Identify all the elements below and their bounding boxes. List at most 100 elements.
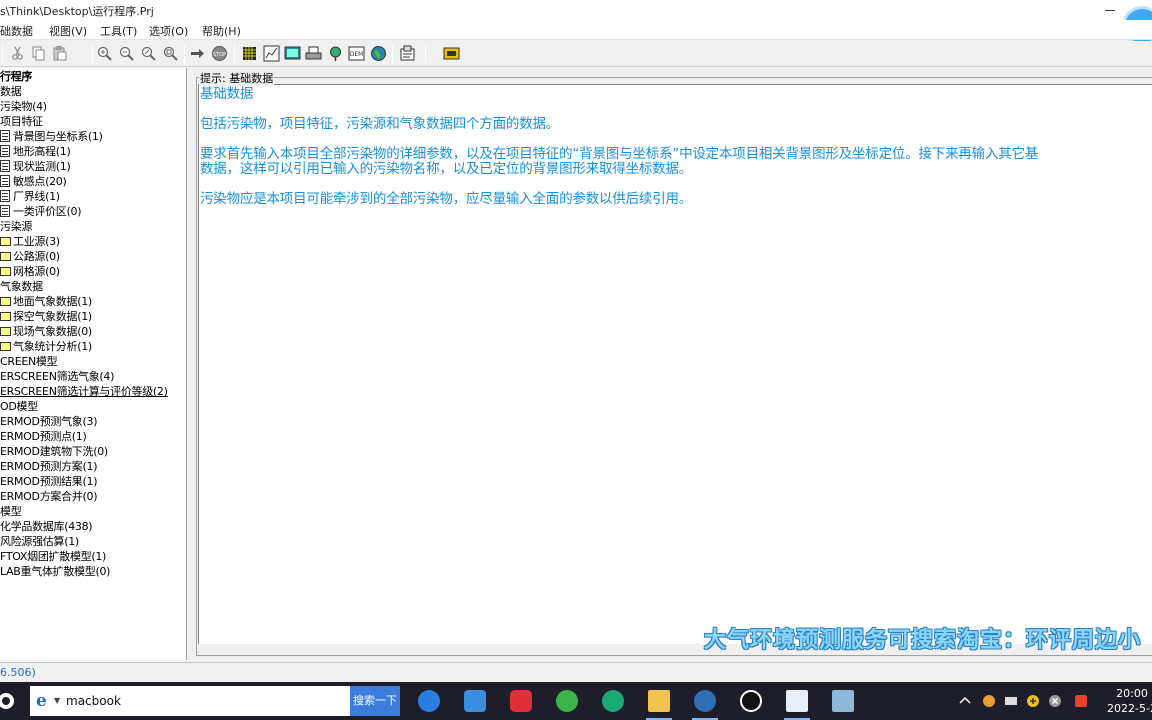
dem-icon[interactable]: DEM [347,44,366,63]
zoom-out-icon[interactable] [117,44,136,63]
tree-item-label: LAB重气体扩散模型(0) [0,565,111,578]
tree-item[interactable]: CREEN模型 [0,354,186,369]
tree-item[interactable]: 现场气象数据(0) [0,324,186,339]
toolbar-separator [92,45,93,63]
plus-icon[interactable] [1026,694,1040,708]
tree-item-label: 网格源(0) [13,265,60,278]
tree-item[interactable]: ERMOD预测方案(1) [0,459,186,474]
folder-icon [0,297,11,306]
folder-icon [0,252,11,261]
tree-item[interactable]: ERMOD预测气象(3) [0,414,186,429]
search-button[interactable]: 搜索一下 [350,686,400,716]
start-button[interactable] [0,690,20,712]
map-icon[interactable] [283,44,302,63]
tree-item[interactable]: 化学品数据库(438) [0,519,186,534]
tree-item[interactable]: 污染源 [0,219,186,234]
help-card-icon[interactable] [442,44,461,63]
paste-icon[interactable] [50,44,69,63]
tree-item[interactable]: 数据 [0,84,186,99]
tree-item[interactable]: ERSCREEN筛选气象(4) [0,369,186,384]
qq-icon[interactable] [734,686,768,720]
keyboard-icon[interactable] [1004,694,1018,708]
tree-item[interactable]: 敏感点(20) [0,174,186,189]
sogou-browser-icon[interactable] [412,686,446,720]
copy-icon[interactable] [29,44,48,63]
tree-item[interactable]: 气象统计分析(1) [0,339,186,354]
hint-line: 污染物应是本项目可能牵涉到的全部污染物，应尽量输入全面的参数以供后续引用。 [200,191,693,207]
tree-item[interactable]: OD模型 [0,399,186,414]
tree-item[interactable]: 现状监测(1) [0,159,186,174]
tree-item-label: OD模型 [0,400,38,413]
video-app-icon[interactable] [596,686,630,720]
tree-item-label: 探空气象数据(1) [13,310,92,323]
tree-item[interactable]: 气象数据 [0,279,186,294]
document-app-icon[interactable] [780,686,814,720]
zoom-in-icon[interactable] [95,44,114,63]
cut-icon[interactable] [8,44,27,63]
tree-item[interactable]: ERSCREEN筛选计算与评价等级(2) [0,384,186,399]
taskbar: e ▼ macbook 搜索一下 20:00 2022-5-2 [0,682,1152,720]
tree-item[interactable]: LAB重气体扩散模型(0) [0,564,186,579]
chart-icon[interactable] [262,44,281,63]
tree-item[interactable]: 地面气象数据(1) [0,294,186,309]
tree-item[interactable]: 公路源(0) [0,249,186,264]
earth-icon[interactable] [369,44,388,63]
person-icon[interactable] [982,694,996,708]
globe-pin-icon[interactable] [326,44,345,63]
run-arrow-icon[interactable] [188,44,207,63]
menu-options[interactable]: 选项(O) [149,23,188,39]
tree-item[interactable]: 行程序 [0,69,186,84]
menu-view[interactable]: 视图(V) [49,23,87,39]
hint-line: 基础数据 [200,86,254,102]
tree-item[interactable]: 工业源(3) [0,234,186,249]
sogou-ime-icon[interactable] [1074,694,1088,708]
toolbar: STOP DEM [0,41,1152,67]
zoom-window-icon[interactable] [139,44,158,63]
tree-item[interactable]: ERMOD预测结果(1) [0,474,186,489]
tree-item[interactable]: 模型 [0,504,186,519]
close-circle-icon[interactable] [1048,694,1062,708]
printer-icon[interactable] [304,44,323,63]
tree-item[interactable]: 风险源强估算(1) [0,534,186,549]
folder-icon[interactable] [642,686,676,720]
hint-content[interactable]: 基础数据 包括污染物，项目特征，污染源和气象数据四个方面的数据。 要求首先输入本… [198,84,1152,644]
stop-icon[interactable]: STOP [210,44,229,63]
tree-item[interactable]: FTOX烟团扩散模型(1) [0,549,186,564]
earth-app-icon[interactable] [688,686,722,720]
menu-basic-data[interactable]: 础数据 [0,23,33,39]
tree-item-label: 污染源 [0,220,33,233]
browser-search-box[interactable]: e ▼ macbook [30,686,350,716]
tree-item[interactable]: 背景图与坐标系(1) [0,129,186,144]
menu-tools[interactable]: 工具(T) [100,23,137,39]
tree-item[interactable]: 探空气象数据(1) [0,309,186,324]
search-input[interactable]: macbook [66,694,121,708]
tree-item[interactable]: ERMOD预测点(1) [0,429,186,444]
tree-item[interactable]: ERMOD建筑物下洗(0) [0,444,186,459]
grid-icon[interactable] [240,44,259,63]
green-app-icon[interactable] [550,686,584,720]
minimize-button[interactable] [1103,1,1117,17]
document-icon [0,145,10,157]
chevron-up-icon[interactable] [958,694,972,708]
zoom-all-icon[interactable] [161,44,180,63]
tree-item[interactable]: 网格源(0) [0,264,186,279]
red-app-icon[interactable] [504,686,538,720]
document-icon [0,160,10,172]
menu-help[interactable]: 帮助(H) [202,23,241,39]
tree-item[interactable]: 项目特征 [0,114,186,129]
tree-item[interactable]: 一类评价区(0) [0,204,186,219]
dropdown-arrow-icon[interactable]: ▼ [54,696,60,705]
tablet-app-icon[interactable] [826,686,860,720]
hint-line: 数据，这样可以引用已输入的污染物名称，以及已定位的背景图形来取得坐标数据。 [200,161,693,177]
tree-item[interactable]: 污染物(4) [0,99,186,114]
system-clock[interactable]: 20:00 2022-5-2 [1106,686,1152,716]
tree-item[interactable]: ERMOD方案合并(0) [0,489,186,504]
tree-item-label: 工业源(3) [13,235,60,248]
tree-item-label: 污染物(4) [0,100,47,113]
tree-item[interactable]: 地形高程(1) [0,144,186,159]
toolbar-separator [184,45,185,63]
tree-item[interactable]: 厂界线(1) [0,189,186,204]
properties-icon[interactable] [398,44,417,63]
project-tree[interactable]: 行程序 数据 污染物(4) 项目特征 背景图与坐标系(1) 地形高程(1) 现状监测(1) 敏… [0,68,187,660]
feather-app-icon[interactable] [458,686,492,720]
